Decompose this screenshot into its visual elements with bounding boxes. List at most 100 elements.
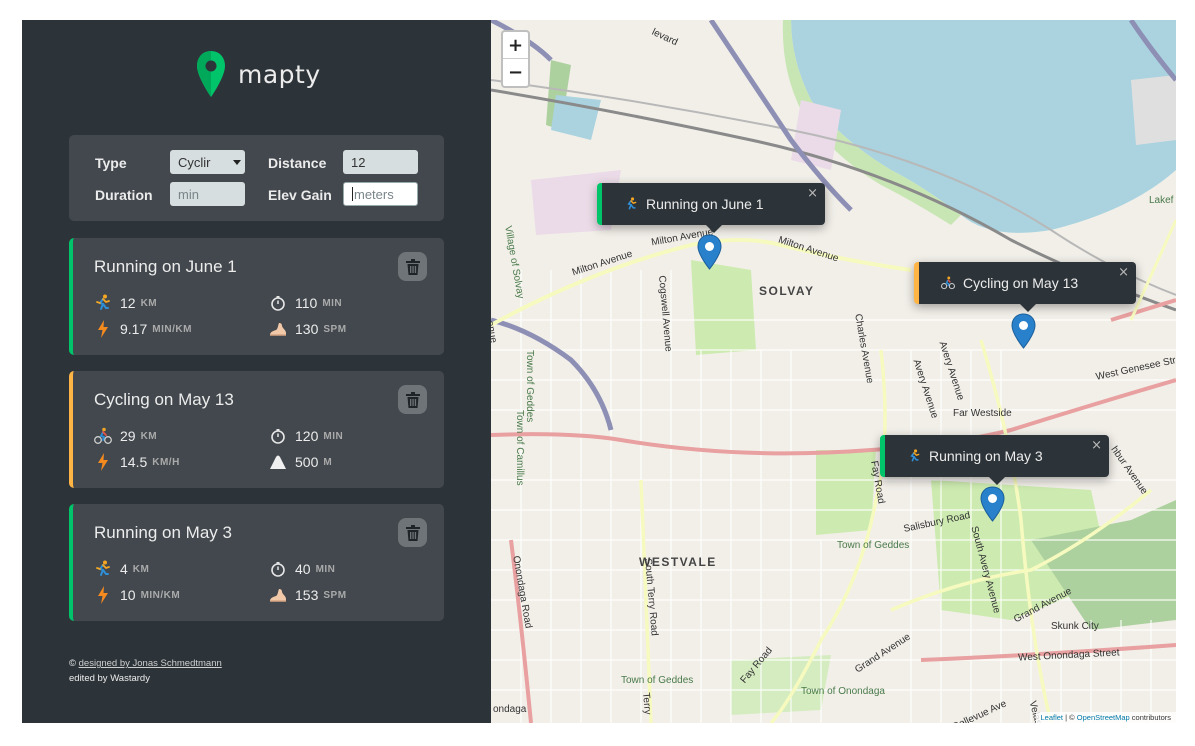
distance-value: 12: [120, 295, 136, 311]
speed-unit: km/h: [152, 456, 180, 468]
mountain-icon: [269, 453, 287, 471]
elev-gain-label: Elev Gain: [268, 187, 332, 203]
distance-value: 4: [120, 561, 128, 577]
distance-value: 29: [120, 428, 136, 444]
pace-unit: min/km: [152, 323, 192, 335]
cyclist-icon: [941, 276, 955, 290]
workout-card[interactable]: Cycling on May 13 29 km 120 min 14.5 km/…: [69, 371, 444, 488]
lightning-icon: [94, 320, 112, 338]
cadence-value: 130: [295, 321, 319, 337]
delete-workout-button[interactable]: [398, 518, 427, 547]
zoom-out-button[interactable]: −: [503, 59, 528, 86]
workout-title: Running on May 3: [94, 523, 232, 542]
workout-title: Cycling on May 13: [94, 390, 234, 409]
workout-popup[interactable]: Cycling on May 13 ×: [914, 262, 1136, 312]
trash-icon: [405, 258, 420, 275]
runner-icon: [94, 560, 112, 578]
foot-icon: [269, 586, 287, 604]
distance-unit: km: [140, 297, 158, 309]
elevation-unit: m: [323, 456, 333, 468]
workout-distance: 12 km: [94, 294, 157, 312]
workout-duration: 40 min: [269, 560, 335, 578]
elev-gain-input[interactable]: meters: [343, 182, 418, 206]
map-label: Town of Onondaga: [801, 686, 885, 697]
designer-link[interactable]: designed by Jonas Schmedtmann: [79, 658, 222, 669]
stopwatch-icon: [269, 427, 287, 445]
map-pin-icon[interactable]: [1011, 313, 1036, 349]
runner-icon: [624, 197, 638, 211]
map-label: Far Westside: [953, 408, 1012, 419]
workout-duration: 110 min: [269, 294, 342, 312]
workout-distance: 29 km: [94, 427, 157, 445]
edited-by: edited by Wastardy: [69, 673, 150, 684]
cadence-unit: spm: [323, 589, 347, 601]
workout-pace: 10 min/km: [94, 586, 180, 604]
duration-value: 110: [295, 295, 318, 311]
cyclist-icon: [94, 427, 112, 445]
close-icon[interactable]: ×: [1118, 265, 1129, 280]
leaflet-link[interactable]: Leaflet: [1041, 713, 1064, 722]
osm-link[interactable]: OpenStreetMap: [1077, 713, 1130, 722]
workout-speed: 14.5 km/h: [94, 453, 180, 471]
workout-cadence: 130 spm: [269, 320, 347, 338]
map-pin-icon[interactable]: [697, 234, 722, 270]
workout-popup[interactable]: Running on May 3 ×: [880, 435, 1109, 485]
map-label: Town of Geddes: [524, 350, 535, 423]
elev-gain-input-placeholder: meters: [354, 186, 394, 202]
duration-unit: min: [322, 297, 343, 309]
type-select-value: Cyclir: [178, 154, 211, 170]
workout-popup[interactable]: Running on June 1 ×: [597, 183, 825, 233]
chevron-down-icon: [233, 159, 241, 165]
map-tiles: [491, 20, 1176, 723]
runner-icon: [907, 449, 921, 463]
workout-card[interactable]: Running on May 3 4 km 40 min 10 min/km: [69, 504, 444, 621]
attribution-suffix: contributors: [1129, 713, 1171, 722]
map-label: Town of Geddes: [621, 675, 694, 686]
copyright: © designed by Jonas Schmedtmann edited b…: [69, 656, 222, 686]
copyright-symbol: ©: [69, 658, 76, 669]
map[interactable]: SOLVAY WESTVALE Milton Avenue Milton Ave…: [491, 20, 1176, 723]
type-select[interactable]: Cyclir: [170, 150, 245, 174]
map-label: SOLVAY: [759, 284, 815, 298]
logo: mapty: [196, 49, 321, 99]
close-icon[interactable]: ×: [807, 186, 818, 201]
workout-duration: 120 min: [269, 427, 343, 445]
map-pin-logo-icon: [197, 51, 225, 97]
elevation-value: 500: [295, 454, 319, 470]
stopwatch-icon: [269, 294, 287, 312]
distance-input[interactable]: 12: [343, 150, 418, 174]
workout-form: Type Cyclir Distance 12 Duration min Ele…: [69, 135, 444, 221]
zoom-control: + −: [501, 30, 530, 88]
workout-elevation: 500 m: [269, 453, 332, 471]
zoom-in-button[interactable]: +: [503, 32, 528, 59]
popup-text: Cycling on May 13: [963, 275, 1079, 291]
duration-unit: min: [315, 563, 336, 575]
pace-unit: min/km: [140, 589, 181, 601]
map-label: Terry: [640, 692, 653, 716]
distance-label: Distance: [268, 155, 327, 171]
trash-icon: [405, 391, 420, 408]
cadence-value: 153: [295, 587, 319, 603]
lightning-icon: [94, 453, 112, 471]
lightning-icon: [94, 586, 112, 604]
foot-icon: [269, 320, 287, 338]
text-cursor: [352, 187, 353, 201]
workout-title: Running on June 1: [94, 257, 237, 276]
distance-unit: km: [140, 430, 158, 442]
map-pin-icon[interactable]: [980, 486, 1005, 522]
duration-input[interactable]: min: [170, 182, 245, 206]
distance-input-value: 12: [351, 154, 366, 170]
map-label: Skunk City: [1051, 621, 1099, 632]
popup-text: Running on May 3: [929, 448, 1043, 464]
delete-workout-button[interactable]: [398, 385, 427, 414]
map-label: Town of Camillus: [514, 410, 525, 486]
popup-text: Running on June 1: [646, 196, 764, 212]
workout-card[interactable]: Running on June 1 12 km 110 min 9.17 min…: [69, 238, 444, 355]
attribution-separator: | ©: [1063, 713, 1077, 722]
duration-value: 120: [295, 428, 319, 444]
close-icon[interactable]: ×: [1091, 438, 1102, 453]
delete-workout-button[interactable]: [398, 252, 427, 281]
distance-unit: km: [132, 563, 150, 575]
map-label: Town of Geddes: [837, 540, 910, 551]
sidebar: mapty Type Cyclir Distance 12 Duration m…: [22, 20, 491, 723]
